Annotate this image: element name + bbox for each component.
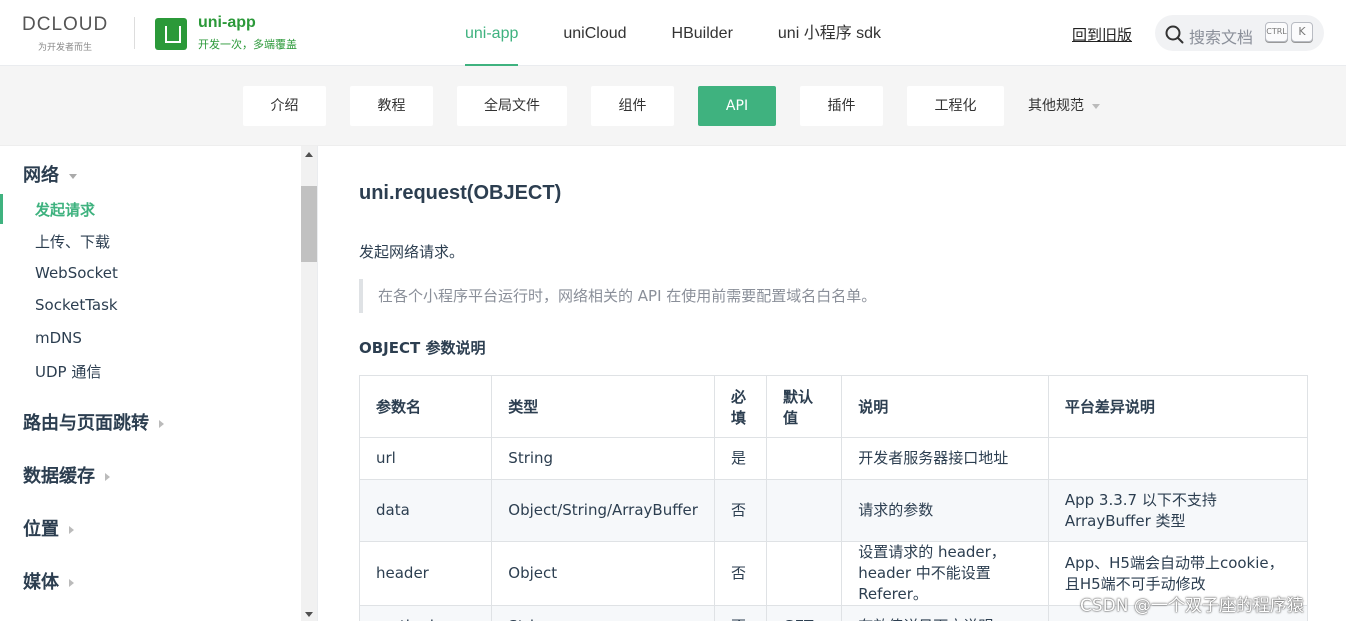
sidebar-section-routing[interactable]: 路由与页面跳转 xyxy=(23,409,164,435)
table-cell: 是 xyxy=(713,437,768,480)
search-icon xyxy=(1165,25,1184,44)
subnav-engineering[interactable]: 工程化 xyxy=(907,86,1004,126)
table-cell xyxy=(765,437,843,480)
doc-category-nav: 介绍 教程 全局文件 组件 API 插件 工程化 其他规范 xyxy=(0,66,1346,146)
caret-right-icon xyxy=(69,526,74,534)
search-placeholder: 搜索文档 xyxy=(1189,28,1254,47)
table-cell: 否 xyxy=(713,541,768,606)
sidebar-item-websocket[interactable]: WebSocket xyxy=(35,264,118,282)
th-platform: 平台差异说明 xyxy=(1047,375,1309,438)
sidebar-section-storage[interactable]: 数据缓存 xyxy=(23,462,110,488)
sidebar-section-label: 数据缓存 xyxy=(23,466,95,487)
sidebar-item-sockettask[interactable]: SocketTask xyxy=(35,296,118,314)
table-row: data Object/String/ArrayBuffer 否 请求的参数 A… xyxy=(358,479,1309,542)
uni-app-logo-icon[interactable] xyxy=(155,18,187,50)
sidebar-section-label: 网络 xyxy=(23,165,59,186)
active-indicator xyxy=(0,194,3,224)
table-cell: 开发者服务器接口地址 xyxy=(841,437,1049,480)
table-cell xyxy=(1047,437,1309,480)
sidebar-section-label: 媒体 xyxy=(23,572,59,593)
table-cell: 有效值详见下方说明 xyxy=(841,605,1049,621)
dcloud-tagline: 为开发者而生 xyxy=(38,43,93,53)
dcloud-wordmark: DCLOUD xyxy=(22,14,109,35)
sidebar-item-mdns[interactable]: mDNS xyxy=(35,329,82,347)
page-description: 发起网络请求。 xyxy=(359,243,465,261)
subnav-plugins[interactable]: 插件 xyxy=(800,86,883,126)
sidebar-section-media[interactable]: 媒体 xyxy=(23,568,74,594)
sidebar-item-request[interactable]: 发起请求 xyxy=(35,199,95,220)
topnav-unicloud[interactable]: uniCloud xyxy=(545,0,644,66)
subnav-api[interactable]: API xyxy=(698,86,776,126)
subnav-intro[interactable]: 介绍 xyxy=(243,86,326,126)
table-cell: Object/String/ArrayBuffer xyxy=(491,479,715,542)
sidebar: 网络 发起请求 上传、下载 WebSocket SocketTask mDNS … xyxy=(0,146,318,621)
table-cell: url xyxy=(358,437,493,480)
caret-right-icon xyxy=(69,579,74,587)
subnav-components[interactable]: 组件 xyxy=(591,86,674,126)
table-cell: Object xyxy=(491,541,715,606)
tip-blockquote: 在各个小程序平台运行时，网络相关的 API 在使用前需要配置域名白名单。 xyxy=(359,279,876,313)
search-input[interactable]: 搜索文档 CTRL K xyxy=(1155,15,1324,51)
kbd-k-key: K xyxy=(1291,22,1313,42)
subnav-global-files[interactable]: 全局文件 xyxy=(457,86,567,126)
topnav-uni-app[interactable]: uni-app xyxy=(447,0,536,66)
top-nav: uni-app uniCloud HBuilder uni 小程序 sdk xyxy=(447,0,908,66)
sidebar-section-network[interactable]: 网络 xyxy=(23,161,77,187)
scroll-up-arrow-icon[interactable] xyxy=(305,152,313,157)
sidebar-section-label: 路由与页面跳转 xyxy=(23,413,149,434)
table-cell: 否 xyxy=(713,479,768,542)
table-cell xyxy=(765,479,843,542)
table-cell: method xyxy=(358,605,493,621)
app-subtitle: 开发一次，多端覆盖 xyxy=(198,38,297,51)
table-cell xyxy=(765,541,843,606)
th-default: 默认值 xyxy=(765,375,843,438)
table-cell: String xyxy=(491,437,715,480)
caret-down-icon xyxy=(69,173,77,179)
old-version-link[interactable]: 回到旧版 xyxy=(1072,24,1132,45)
table-cell: App 3.3.7 以下不支持 ArrayBuffer 类型 xyxy=(1047,479,1309,542)
app-title[interactable]: uni-app xyxy=(198,14,256,32)
table-cell: header xyxy=(358,541,493,606)
th-name: 参数名 xyxy=(358,375,493,438)
params-table: 参数名 类型 必填 默认值 说明 平台差异说明 url String 是 开发者… xyxy=(358,375,1309,621)
subnav-other-specs-label: 其他规范 xyxy=(1028,98,1084,114)
table-cell: 否 xyxy=(713,605,768,621)
table-row: url String 是 开发者服务器接口地址 xyxy=(358,437,1309,480)
sidebar-item-upload-download[interactable]: 上传、下载 xyxy=(35,231,110,252)
caret-right-icon xyxy=(159,420,164,428)
table-cell: 设置请求的 header，header 中不能设置 Referer。 xyxy=(841,541,1049,606)
subnav-other-specs[interactable]: 其他规范 xyxy=(1028,86,1118,126)
top-header: DCLOUD 为开发者而生 uni-app 开发一次，多端覆盖 uni-app … xyxy=(0,0,1346,66)
th-type: 类型 xyxy=(491,375,715,438)
page-title: uni.request(OBJECT) xyxy=(359,182,562,204)
subnav-tutorial[interactable]: 教程 xyxy=(350,86,433,126)
kbd-ctrl-key: CTRL xyxy=(1265,22,1288,42)
sidebar-section-label: 位置 xyxy=(23,519,59,540)
scroll-down-arrow-icon[interactable] xyxy=(305,612,313,617)
th-desc: 说明 xyxy=(841,375,1049,438)
chevron-down-icon xyxy=(1092,103,1100,109)
table-cell: GET xyxy=(765,605,843,621)
params-heading: OBJECT 参数说明 xyxy=(359,339,486,357)
table-cell: 请求的参数 xyxy=(841,479,1049,542)
header-divider xyxy=(134,17,135,49)
sidebar-item-udp[interactable]: UDP 通信 xyxy=(35,361,101,382)
dcloud-logo[interactable]: DCLOUD 为开发者而生 xyxy=(22,14,118,53)
csdn-watermark: CSDN @一个双子座的程序猿 xyxy=(1080,596,1304,616)
topnav-hbuilder[interactable]: HBuilder xyxy=(654,0,751,66)
th-required: 必填 xyxy=(713,375,768,438)
sidebar-scroll-thumb[interactable] xyxy=(301,186,317,262)
sidebar-section-location[interactable]: 位置 xyxy=(23,515,74,541)
main-content: uni.request(OBJECT) 发起网络请求。 在各个小程序平台运行时，… xyxy=(319,146,1346,621)
caret-right-icon xyxy=(105,473,110,481)
topnav-uni-sdk[interactable]: uni 小程序 sdk xyxy=(760,0,899,66)
table-header-row: 参数名 类型 必填 默认值 说明 平台差异说明 xyxy=(358,375,1309,438)
table-cell: String xyxy=(491,605,715,621)
table-cell: data xyxy=(358,479,493,542)
